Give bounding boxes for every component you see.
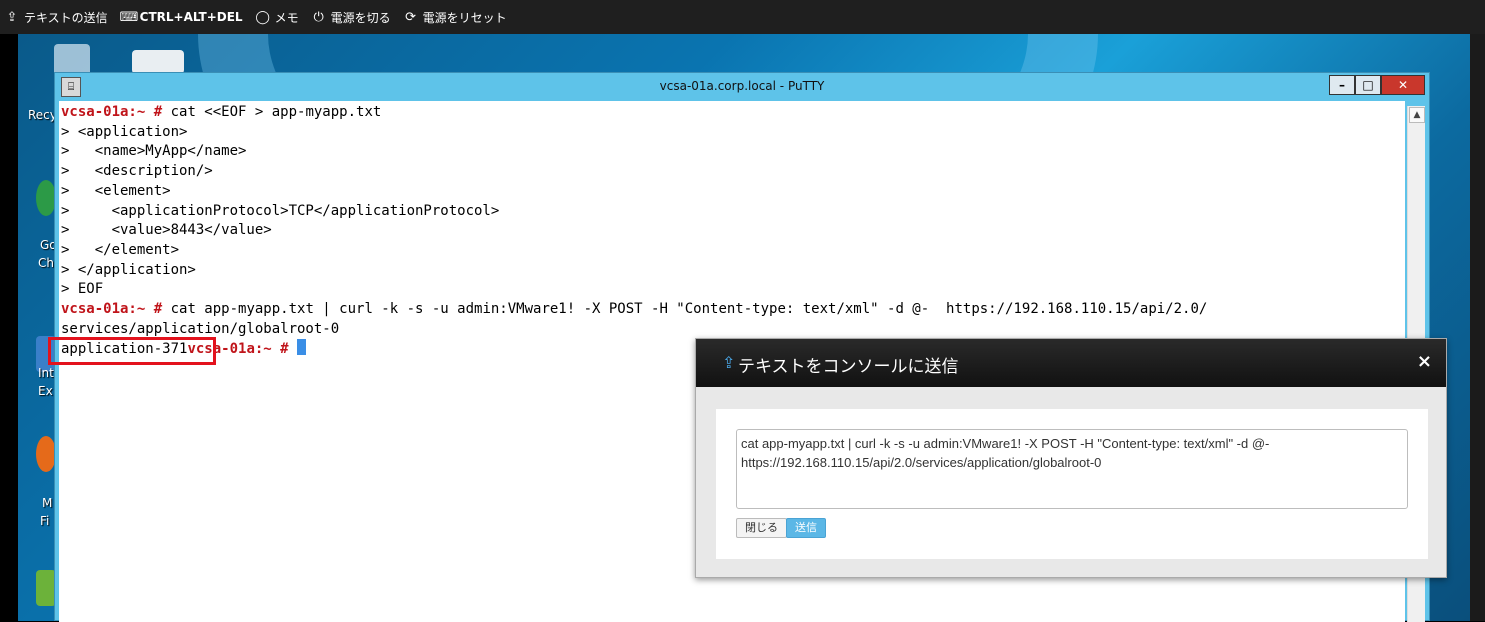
terminal-line: > <description/> — [61, 162, 1403, 182]
minimize-button[interactable]: – — [1329, 75, 1355, 95]
memo-button[interactable]: ◯ メモ — [255, 9, 298, 26]
terminal-text: > </application> — [61, 261, 196, 278]
desktop-label-ex: Ex — [38, 384, 53, 398]
terminal-text: > <description/> — [61, 163, 213, 180]
power-icon: ⏻ — [313, 9, 324, 25]
terminal-line: > EOF — [61, 280, 1403, 300]
ctrl-alt-del-button[interactable]: ⌨ CTRL+ALT+DEL — [120, 10, 243, 25]
screen-edge — [1470, 34, 1485, 621]
terminal-text: > <element> — [61, 182, 171, 199]
terminal-line: > <value>8443</value> — [61, 221, 1403, 241]
app-shortcut-icon[interactable] — [36, 570, 56, 606]
close-button[interactable]: ✕ — [1381, 75, 1425, 95]
terminal-text: > <value>8443</value> — [61, 222, 272, 239]
shell-prompt: vcsa-01a:~ # — [61, 104, 163, 120]
desktop-label-ch: Ch — [38, 256, 54, 270]
putty-titlebar[interactable]: ⌸ vcsa-01a.corp.local - PuTTY – □ ✕ — [55, 73, 1429, 101]
maximize-button[interactable]: □ — [1355, 75, 1381, 95]
dialog-header: ⇪ テキストをコンソールに送信 × — [696, 339, 1446, 387]
terminal-text: services/application/globalroot-0 — [61, 320, 340, 337]
dialog-body: cat app-myapp.txt | curl -k -s -u admin:… — [716, 409, 1428, 559]
result-highlight-box — [48, 337, 216, 365]
terminal-line: vcsa-01a:~ # cat <<EOF > app-myapp.txt — [61, 103, 1403, 123]
firefox-icon[interactable] — [36, 436, 56, 472]
desktop-label-fi: Fi — [40, 514, 50, 528]
keyboard-icon: ⌨ — [119, 9, 139, 25]
shell-prompt: vcsa-01a:~ # — [61, 301, 163, 318]
terminal-line: > <name>MyApp</name> — [61, 142, 1403, 162]
power-reset-button[interactable]: ⟳ 電源をリセット — [403, 9, 506, 26]
window-title: vcsa-01a.corp.local - PuTTY — [659, 79, 825, 93]
terminal-text: > <name>MyApp</name> — [61, 143, 247, 160]
terminal-line: vcsa-01a:~ # cat app-myapp.txt | curl -k… — [61, 300, 1403, 320]
speech-bubble-icon: ◯ — [255, 9, 270, 25]
desktop-label-int: Int — [38, 366, 54, 380]
dialog-title: テキストをコンソールに送信 — [738, 357, 959, 377]
terminal-line: > <applicationProtocol>TCP</applicationP… — [61, 202, 1403, 222]
close-dialog-button[interactable]: 閉じる — [736, 518, 787, 538]
refresh-icon: ⟳ — [405, 9, 417, 25]
scroll-up-arrow-icon[interactable]: ▲ — [1409, 107, 1425, 123]
terminal-text: > <application> — [61, 123, 188, 140]
send-text-dialog: ⇪ テキストをコンソールに送信 × cat app-myapp.txt | cu… — [695, 338, 1447, 578]
chrome-icon[interactable] — [36, 180, 56, 216]
terminal-line: > <element> — [61, 182, 1403, 202]
dialog-close-icon[interactable]: × — [1417, 351, 1432, 372]
text-cursor — [297, 339, 307, 356]
terminal-line: > </application> — [61, 261, 1403, 281]
terminal-text: > EOF — [61, 281, 104, 298]
terminal-line: > <application> — [61, 123, 1403, 143]
desktop-label-recycle: Recy — [28, 108, 57, 122]
terminal-text: > <applicationProtocol>TCP</applicationP… — [61, 202, 500, 219]
settings-icon[interactable] — [132, 50, 184, 74]
terminal-text: cat app-myapp.txt | curl -k -s -u admin:… — [162, 301, 1208, 318]
send-text-input[interactable]: cat app-myapp.txt | curl -k -s -u admin:… — [736, 429, 1408, 509]
terminal-line: > </element> — [61, 241, 1403, 261]
power-off-button[interactable]: ⏻ 電源を切る — [311, 9, 390, 26]
console-toolbar: ⇪ テキストの送信 ⌨ CTRL+ALT+DEL ◯ メモ ⏻ 電源を切る ⟳ … — [0, 0, 1485, 34]
terminal-text: > </element> — [61, 241, 180, 258]
send-button[interactable]: 送信 — [786, 518, 826, 538]
desktop-label-m: M — [42, 496, 53, 510]
share-icon: ⇪ — [722, 353, 736, 372]
share-icon: ⇪ — [6, 9, 18, 25]
terminal-text: cat <<EOF > app-myapp.txt — [162, 104, 382, 120]
send-text-button[interactable]: ⇪ テキストの送信 — [4, 9, 108, 26]
terminal-line: services/application/globalroot-0 — [61, 320, 1403, 340]
